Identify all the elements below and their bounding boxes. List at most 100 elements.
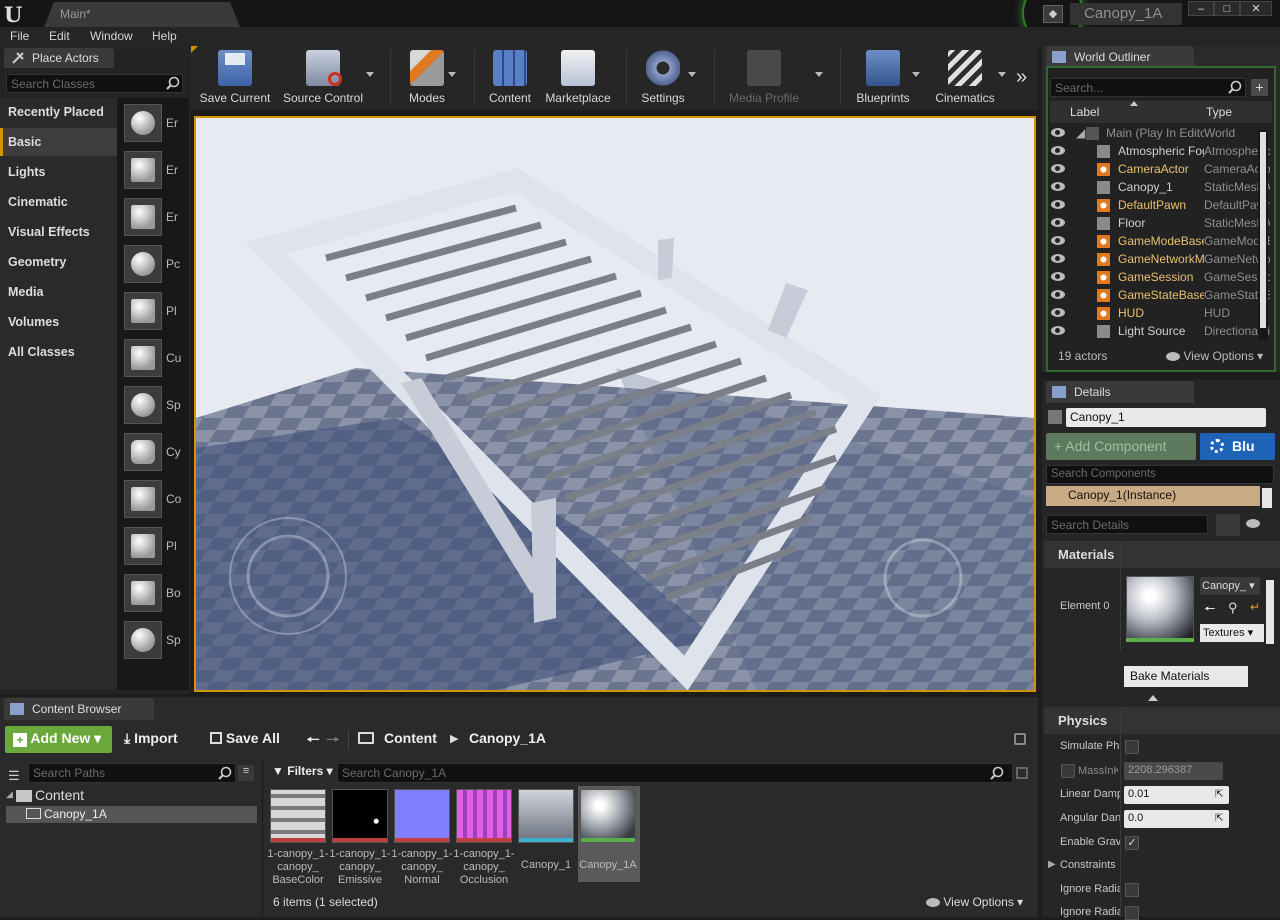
outliner-view-options[interactable]: View Options ▾ (1166, 349, 1263, 363)
menu-window[interactable]: Window (90, 29, 133, 43)
media-profile-dropdown-arrow[interactable] (815, 72, 823, 77)
mass-value-field[interactable]: 2208.296387 (1124, 762, 1223, 780)
blueprints-button[interactable]: Blueprints (850, 50, 916, 108)
asset-label[interactable]: Canopy_1 (515, 859, 577, 872)
menu-help[interactable]: Help (152, 29, 177, 43)
minimize-button[interactable]: – (1188, 1, 1214, 16)
modes-dropdown-arrow[interactable] (448, 72, 456, 77)
simulate-physics-checkbox[interactable] (1125, 740, 1139, 754)
visibility-eye-icon[interactable] (1051, 290, 1065, 299)
actor-pawn-icon[interactable] (124, 198, 162, 236)
physics-section-header[interactable]: Physics (1044, 707, 1280, 734)
category-cinematic[interactable]: Cinematic (0, 188, 117, 216)
search-paths-input[interactable]: Search Paths (28, 763, 236, 783)
visibility-eye-icon[interactable] (1051, 326, 1065, 335)
asset-label[interactable]: 1-canopy_1- canopy_ BaseColor (267, 848, 329, 887)
search-classes-input[interactable]: Search Classes (6, 74, 183, 93)
visibility-eye-icon[interactable] (1051, 128, 1065, 137)
asset-thumbnail[interactable] (580, 789, 636, 843)
category-volumes[interactable]: Volumes (0, 308, 117, 336)
place-actors-tab[interactable]: Place Actors (4, 48, 114, 68)
material-thumbnail[interactable] (1126, 576, 1194, 642)
expand-arrow-icon[interactable]: ◢ (1076, 126, 1085, 140)
lock-icon[interactable] (1014, 733, 1026, 745)
linear-damping-field[interactable]: 0.01 (1124, 786, 1229, 804)
visibility-eye-icon[interactable] (1051, 164, 1065, 173)
actor-name-input[interactable]: Canopy_1 (1066, 408, 1266, 427)
content-button[interactable]: Content (482, 50, 538, 108)
visibility-eye-icon[interactable] (1051, 146, 1065, 155)
add-component-button[interactable]: + Add Component (1046, 433, 1196, 460)
category-lights[interactable]: Lights (0, 158, 117, 186)
outliner-row[interactable]: GameModeBaseGameModeBase (1050, 233, 1272, 251)
asset-label[interactable]: 1-canopy_1- canopy_ Occlusion (453, 848, 515, 887)
outliner-row[interactable]: GameSessionGameSession (1050, 269, 1272, 287)
materials-section-header[interactable]: Materials (1044, 541, 1280, 568)
save-search-icon[interactable] (1016, 767, 1028, 779)
sources-toggle-icon[interactable]: ☰ (8, 768, 20, 784)
category-visual-effects[interactable]: Visual Effects (0, 218, 117, 246)
ignore-radial-force-checkbox[interactable] (1125, 906, 1139, 920)
category-all-classes[interactable]: All Classes (0, 338, 117, 366)
drag-handle-icon[interactable]: ⇱ (1215, 813, 1223, 824)
actor-box-icon[interactable] (124, 574, 162, 612)
search-details-input[interactable]: Search Details (1046, 515, 1208, 534)
visibility-eye-icon[interactable] (1051, 200, 1065, 209)
property-matrix-button[interactable] (1216, 514, 1240, 536)
maximize-button[interactable]: □ (1214, 1, 1240, 16)
actor-sphere-icon[interactable] (124, 104, 162, 142)
marketplace-button[interactable]: Marketplace (542, 50, 614, 108)
world-outliner-tab[interactable]: World Outliner (1046, 46, 1194, 68)
close-button[interactable]: ✕ (1240, 1, 1272, 16)
ignore-radial-impulse-checkbox[interactable] (1125, 883, 1139, 897)
settings-button[interactable]: Settings (636, 50, 690, 108)
project-icon[interactable]: ◆ (1043, 5, 1063, 23)
source-control-button[interactable]: Source Control (280, 50, 366, 108)
save-all-button[interactable]: Save All (210, 730, 280, 746)
source-control-dropdown-arrow[interactable] (366, 72, 374, 77)
filters-button[interactable]: ▼ Filters ▾ (272, 764, 333, 778)
actor-player-icon[interactable] (124, 292, 162, 330)
document-tab[interactable]: Main* (44, 2, 240, 27)
materials-scrollbar[interactable] (1266, 580, 1274, 644)
angular-damping-field[interactable]: 0.0 (1124, 810, 1229, 828)
visibility-eye-icon[interactable] (1051, 182, 1065, 191)
collapse-arrow-icon[interactable] (1148, 695, 1158, 701)
outliner-root-row[interactable]: ◢ Main (Play In Editor) World (1050, 125, 1272, 143)
visibility-eye-icon[interactable] (1051, 254, 1065, 263)
outliner-scrollbar[interactable] (1258, 130, 1268, 340)
media-profile-button[interactable]: Media Profile (724, 50, 804, 108)
component-instance-row[interactable]: Canopy_1(Instance) (1046, 486, 1260, 506)
actor-sphere2-icon[interactable] (124, 621, 162, 659)
asset-thumbnail[interactable] (456, 789, 512, 843)
cinematics-dropdown-arrow[interactable] (998, 72, 1006, 77)
browse-search-icon[interactable]: ⚲ (1228, 600, 1238, 616)
outliner-search-input[interactable]: Search... (1050, 78, 1246, 97)
outliner-row[interactable]: GameStateBaseGameStateBase (1050, 287, 1272, 305)
outliner-row[interactable]: GameNetworkManagerGameNetworkManager (1050, 251, 1272, 269)
bake-materials-button[interactable]: Bake Materials (1124, 666, 1248, 687)
details-tab[interactable]: Details (1046, 381, 1194, 403)
menu-file[interactable]: File (10, 29, 29, 43)
actor-figure-icon[interactable] (124, 151, 162, 189)
asset-label[interactable]: 1-canopy_1- canopy_ Normal (391, 848, 453, 887)
asset-thumbnail[interactable] (332, 789, 388, 843)
outliner-row[interactable]: FloorStaticMeshActor (1050, 215, 1272, 233)
label-column-header[interactable]: Label (1070, 105, 1099, 119)
blueprints-dropdown-arrow[interactable] (912, 72, 920, 77)
category-basic[interactable]: Basic (0, 128, 117, 156)
category-media[interactable]: Media (0, 278, 117, 306)
reset-yellow-icon[interactable]: ↵ (1250, 600, 1260, 614)
visibility-eye-icon[interactable] (1051, 236, 1065, 245)
use-selected-arrow-icon[interactable]: 🠔 (1204, 600, 1215, 622)
asset-thumbnail[interactable] (270, 789, 326, 843)
constraints-expand-icon[interactable]: ▶ (1048, 859, 1056, 870)
paths-view-button[interactable]: ≡ (238, 765, 254, 781)
type-column-header[interactable]: Type (1206, 105, 1232, 119)
tree-expand-icon[interactable]: ◢ (6, 789, 13, 800)
enable-gravity-checkbox[interactable]: ✓ (1125, 836, 1139, 850)
settings-dropdown-arrow[interactable] (688, 72, 696, 77)
search-components-input[interactable]: Search Components (1046, 465, 1274, 484)
category-recently-placed[interactable]: Recently Placed (0, 98, 117, 126)
toolbar-overflow-button[interactable]: » (1016, 66, 1027, 89)
